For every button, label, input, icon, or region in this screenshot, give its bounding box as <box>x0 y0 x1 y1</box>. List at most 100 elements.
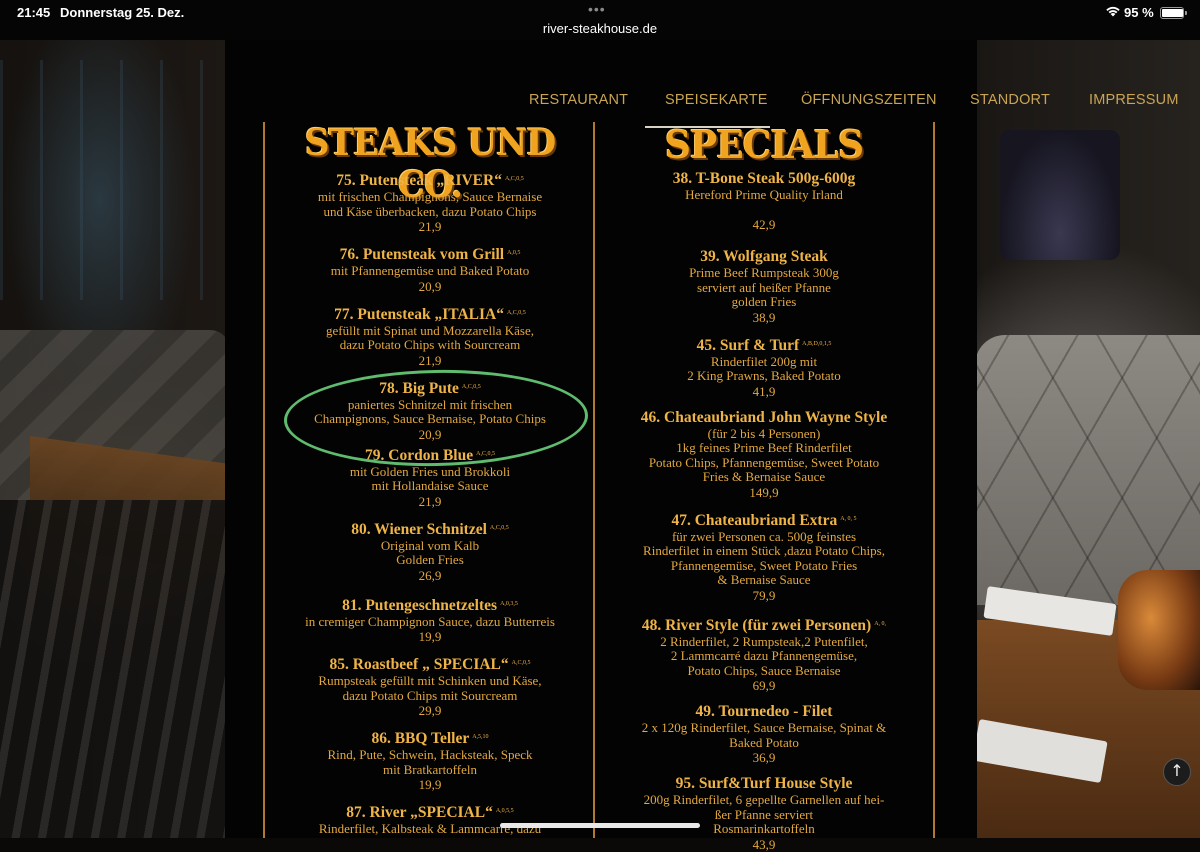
menu-item-title: 47. Chateaubriand Extra A, 0, 5 <box>598 510 930 530</box>
nav-standort[interactable]: STANDORT <box>970 92 1050 108</box>
menu-item-description: golden Fries <box>731 294 797 309</box>
menu-item: 80. Wiener Schnitzel A,C,0,5 Original vom … <box>270 519 590 583</box>
menu-item-price: 36,9 <box>752 750 776 765</box>
right-column-heading: Specials <box>664 122 864 167</box>
menu-item-title: 46. Chateaubriand John Wayne Style <box>598 409 930 427</box>
menu-item-price: 43,9 <box>752 836 776 852</box>
allergen-codes: A,C,0,5 <box>489 524 509 531</box>
menu-item-description: mit Pfannengemüse und Baked Potato <box>330 263 530 278</box>
menu-border-left <box>263 122 265 838</box>
menu-item-price: 29,9 <box>418 703 442 718</box>
status-bar: 21:45 Donnerstag 25. Dez. ••• river-stea… <box>0 0 1200 40</box>
menu-item-description: für zwei Personen ca. 500g feinstes <box>671 528 857 544</box>
allergen-codes: A,0,5 <box>507 250 521 256</box>
battery-icon <box>1160 7 1187 19</box>
menu-item: 45. Surf & Turf A,B,D,0,1,5 Rinderfilet 20… <box>598 335 930 399</box>
menu-item-price: 41,9 <box>752 383 776 399</box>
menu-item: 39. Wolfgang Steak Prime Beef Rumpsteak 3… <box>598 248 930 325</box>
menu-item: 47. Chateaubriand Extra A, 0, 5 für zwei P… <box>598 510 930 603</box>
home-indicator[interactable] <box>500 823 700 828</box>
menu-item-price: 26,9 <box>418 567 442 583</box>
menu-item-price: 19,9 <box>418 777 442 792</box>
menu-item-title: 85. Roastbeef „ SPECIAL“ A,C,0,5 <box>270 654 590 674</box>
menu-item: 87. River „SPECIAL“ A,0,5,5 Rinderfilet, K… <box>270 802 590 837</box>
menu-item-title: 75. Putensteak „RIVER“ A,C,0,5 <box>270 170 590 190</box>
menu-item-description: Rinderfilet in einem Stück ,dazu Potato … <box>643 543 885 558</box>
scroll-to-top-icon[interactable]: ↑ <box>1163 758 1191 786</box>
menu-item-name: 86. BBQ Teller <box>371 730 470 747</box>
menu-item-description: Rumpsteak gefüllt mit Schinken und Käse, <box>318 673 542 688</box>
menu-item-description: (für 2 bis 4 Personen) <box>707 425 821 441</box>
menu-item-price: 42,9 <box>752 217 776 232</box>
status-time: 21:45 <box>17 5 51 20</box>
menu-item: 95. Surf&Turf House Style 200g Rinderfile… <box>598 775 930 852</box>
menu-item-description: 2 Rinderfilet, 2 Rumpsteak,2 Putenfilet, <box>660 633 868 649</box>
allergen-codes: A,0,5,5 <box>495 808 514 814</box>
menu-item-title: 38. T-Bone Steak 500g-600g <box>598 170 930 188</box>
allergen-codes: A,B,D,0,1,5 <box>802 340 832 347</box>
menu-item-description: gefüllt mit Spinat und Mozzarella Käse, <box>326 322 534 338</box>
menu-item-name: 49. Tournedeo - Filet <box>695 703 833 720</box>
nav-speisekarte[interactable]: SPEISEKARTE <box>665 92 768 108</box>
menu-item-name: 75. Putensteak „RIVER“ <box>336 172 502 189</box>
menu-item-description: Original vom Kalb <box>380 537 480 553</box>
nav-impressum[interactable]: IMPRESSUM <box>1089 92 1179 108</box>
menu-item-name: 39. Wolfgang Steak <box>700 248 828 265</box>
menu-item-price: 38,9 <box>752 309 776 325</box>
background-lamp <box>1000 130 1120 260</box>
menu-item-description: 2 x 120g Rinderfilet, Sauce Bernaise, Sp… <box>641 720 887 735</box>
menu-item-title: 80. Wiener Schnitzel A,C,0,5 <box>270 519 590 539</box>
menu-item-title: 77. Putensteak „ITALIA“ A,C,0,5 <box>270 304 590 324</box>
menu-item-description: 1kg feines Prime Beef Rinderfilet <box>676 440 852 455</box>
menu-item-description: 200g Rinderfilet, 6 gepellte Garnellen a… <box>643 792 885 807</box>
menu-item: 38. T-Bone Steak 500g-600g Hereford Prime… <box>598 170 930 232</box>
menu-border-right <box>933 122 935 838</box>
menu-item-description: Rind, Pute, Schwein, Hacksteak, Speck <box>327 747 533 762</box>
background-booth-right <box>975 335 1200 605</box>
nav-active-underline <box>645 126 770 128</box>
menu-item: 48. River Style (für zwei Personen) A, 0,… <box>598 615 930 694</box>
right-menu-list: 38. T-Bone Steak 500g-600g Hereford Prime… <box>598 170 930 852</box>
menu-item-price: 20,9 <box>418 278 442 294</box>
left-menu-list: 75. Putensteak „RIVER“ A,C,0,5 mit frische… <box>270 170 590 837</box>
menu-item-title: 39. Wolfgang Steak <box>598 248 930 266</box>
nav-restaurant[interactable]: RESTAURANT <box>529 92 628 108</box>
menu-item-name: 87. River „SPECIAL“ <box>346 804 493 821</box>
menu-item-description: Potato Chips, Pfannengemüse, Sweet Potat… <box>648 454 880 470</box>
allergen-codes: A, 0, <box>874 620 887 627</box>
menu-item-description: dazu Potato Chips with Sourcream <box>339 337 521 352</box>
menu-item-description: Fries & Bernaise Sauce <box>702 469 826 484</box>
wifi-icon <box>1106 6 1120 17</box>
nav-oeffnungszeiten[interactable]: ÖFFNUNGSZEITEN <box>801 92 937 108</box>
menu-item-price: 21,9 <box>418 493 442 509</box>
allergen-codes: A,0,3,5 <box>500 600 518 607</box>
menu-item-price: 19,9 <box>418 629 442 644</box>
menu-item-description: Pfannengemüse, Sweet Potato Fries <box>670 557 858 573</box>
menu-item-description: mit Hollandaise Sauce <box>371 478 489 493</box>
background-glass <box>1118 570 1200 690</box>
menu-item-title: 95. Surf&Turf House Style <box>598 775 930 793</box>
menu-item-name: 45. Surf & Turf <box>696 336 800 354</box>
menu-item-description: & Bernaise Sauce <box>717 572 811 587</box>
menu-divider <box>593 122 595 838</box>
menu-item-title: 86. BBQ Teller A,5,10 <box>270 728 590 748</box>
menu-item-description: Baked Potato <box>729 734 799 750</box>
menu-item-title: 48. River Style (für zwei Personen) A, 0, <box>598 615 930 635</box>
menu-item-description: Prime Beef Rumpsteak 300g <box>689 265 839 280</box>
menu-item: 81. Putengeschnetzeltes A,0,3,5 in cremige… <box>270 595 590 645</box>
menu-item: 76. Putensteak vom Grill A,0,5 mit Pfannen… <box>270 244 590 294</box>
background-window <box>0 60 220 300</box>
menu-item-title: 87. River „SPECIAL“ A,0,5,5 <box>270 802 590 822</box>
menu-item-description <box>598 203 930 218</box>
menu-item: 77. Putensteak „ITALIA“ A,C,0,5 gefüllt mi… <box>270 304 590 368</box>
menu-item-name: 47. Chateaubriand Extra <box>671 511 838 529</box>
menu-item-description: mit frischen Champignons, Sauce Bernaise <box>317 189 543 204</box>
menu-item: 46. Chateaubriand John Wayne Style (für 2… <box>598 409 930 500</box>
address-bar-url[interactable]: river-steakhouse.de <box>0 21 1200 36</box>
multitask-dots-icon[interactable]: ••• <box>588 1 606 17</box>
menu-item: 85. Roastbeef „ SPECIAL“ A,C,0,5 Rumpsteak… <box>270 654 590 718</box>
menu-item: 75. Putensteak „RIVER“ A,C,0,5 mit frische… <box>270 170 590 234</box>
menu-item-title: 49. Tournedeo - Filet <box>598 703 930 721</box>
menu-item-description: mit Bratkartoffeln <box>383 761 477 777</box>
allergen-codes: A,C,0,5 <box>506 309 526 316</box>
